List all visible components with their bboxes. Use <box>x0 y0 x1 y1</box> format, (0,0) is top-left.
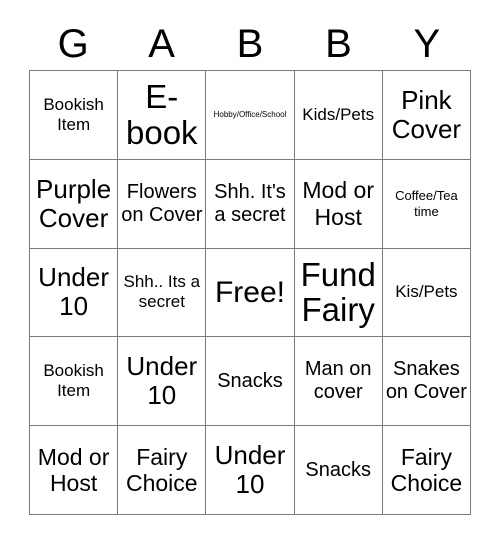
bingo-cell-r3c5[interactable]: Kis/Pets <box>382 248 471 338</box>
bingo-cell-label: Under 10 <box>38 262 109 322</box>
bingo-cell-r5c1[interactable]: Mod or Host <box>30 426 119 515</box>
bingo-cell-label: Shh.. Its a secret <box>123 272 201 312</box>
bingo-cell-label: Coffee/Tea time <box>395 188 458 219</box>
bingo-cell-label: Pink Cover <box>391 84 462 144</box>
bingo-cell-r3c4[interactable]: Fund Fairy <box>294 248 383 338</box>
bingo-cell-label: Bookish Item <box>43 361 104 401</box>
bingo-cell-free-space[interactable]: Free! <box>206 248 295 338</box>
bingo-cell-r1c5[interactable]: Pink Cover <box>382 71 471 160</box>
bingo-cell-label: Free! <box>214 275 285 309</box>
bingo-cell-label: Purple Cover <box>36 173 112 233</box>
header-letter-4: Y <box>413 22 441 66</box>
bingo-cell-label: Fairy Choice <box>125 443 198 497</box>
bingo-cell-r5c3[interactable]: Under 10 <box>206 426 295 515</box>
bingo-cell-label: Hobby/Office/School <box>213 110 287 120</box>
bingo-cell-r4c4[interactable]: Man on cover <box>294 337 383 427</box>
bingo-cell-label: Under 10 <box>126 351 198 411</box>
header-letter-3: B <box>325 22 352 66</box>
bingo-header-row: G A B B Y <box>29 18 471 70</box>
header-letter-1: A <box>148 22 175 66</box>
bingo-cell-r5c2[interactable]: Fairy Choice <box>118 426 207 515</box>
bingo-cell-r4c2[interactable]: Under 10 <box>118 337 207 427</box>
bingo-cell-r3c2[interactable]: Shh.. Its a secret <box>118 248 207 338</box>
bingo-cell-r2c2[interactable]: Flowers on Cover <box>118 159 207 249</box>
bingo-cell-label: Shh. It's a secret <box>214 180 286 226</box>
bingo-cell-label: E-book <box>126 78 198 151</box>
bingo-cell-label: Snacks <box>217 369 283 392</box>
bingo-cell-label: Kids/Pets <box>302 104 375 124</box>
bingo-cell-r4c3[interactable]: Snacks <box>206 337 295 427</box>
bingo-cell-label: Mod or Host <box>302 177 374 230</box>
bingo-card: G A B B Y Bookish Item E-book Hobby/Offi… <box>0 0 500 544</box>
bingo-cell-r2c1[interactable]: Purple Cover <box>30 159 119 249</box>
bingo-cell-label: Under 10 <box>214 439 286 500</box>
bingo-cell-label: Bookish Item <box>43 94 104 134</box>
bingo-grid: Bookish Item E-book Hobby/Office/School … <box>29 70 471 515</box>
bingo-cell-label: Snacks <box>305 458 371 481</box>
header-letter-0: G <box>57 22 89 66</box>
bingo-cell-label: Man on cover <box>304 358 372 404</box>
bingo-cell-r2c5[interactable]: Coffee/Tea time <box>382 159 471 249</box>
bingo-cell-label: Kis/Pets <box>395 282 458 302</box>
bingo-cell-label: Snakes on Cover <box>385 358 467 404</box>
bingo-cell-label: Fairy Choice <box>390 443 463 497</box>
bingo-cell-r2c4[interactable]: Mod or Host <box>294 159 383 249</box>
bingo-cell-r3c1[interactable]: Under 10 <box>30 248 119 338</box>
bingo-cell-label: Fund Fairy <box>300 255 376 329</box>
bingo-cell-r4c1[interactable]: Bookish Item <box>30 337 119 427</box>
bingo-cell-label: Flowers on Cover <box>121 180 203 226</box>
bingo-cell-r1c4[interactable]: Kids/Pets <box>294 71 383 160</box>
bingo-cell-r5c4[interactable]: Snacks <box>294 426 383 515</box>
bingo-cell-r2c3[interactable]: Shh. It's a secret <box>206 159 295 249</box>
bingo-cell-r5c5[interactable]: Fairy Choice <box>382 426 471 515</box>
bingo-cell-r1c3[interactable]: Hobby/Office/School <box>206 71 295 160</box>
header-letter-2: B <box>236 22 264 66</box>
bingo-cell-label: Mod or Host <box>37 443 110 497</box>
bingo-cell-r4c5[interactable]: Snakes on Cover <box>382 337 471 427</box>
bingo-cell-r1c1[interactable]: Bookish Item <box>30 71 119 160</box>
bingo-cell-r1c2[interactable]: E-book <box>118 71 207 160</box>
